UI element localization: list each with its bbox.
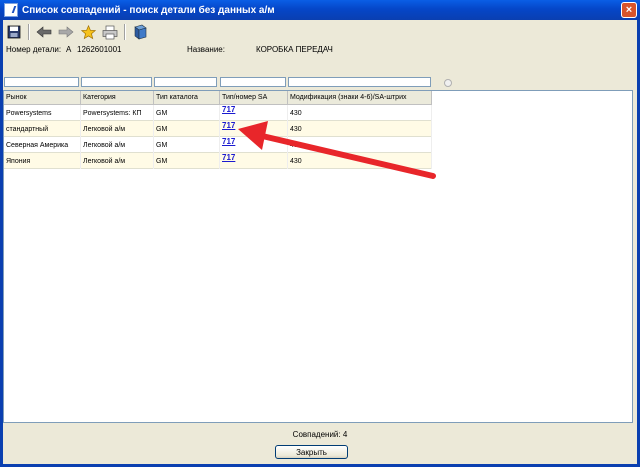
cell-catalog-type: GM	[154, 105, 220, 121]
sa-number-link[interactable]: 717	[222, 137, 235, 146]
cell-modification: 430	[288, 153, 432, 169]
match-count: Совпадений: 4	[0, 430, 640, 439]
sa-number-link[interactable]: 717	[222, 121, 235, 130]
cell-modification: 430	[288, 137, 432, 153]
name-label: Название:	[187, 45, 225, 54]
forward-icon	[58, 26, 74, 38]
table-row[interactable]: стандартный Легковой а/м GM 717 430	[4, 121, 432, 137]
back-icon	[36, 26, 52, 38]
part-number-prefix: A	[66, 45, 72, 54]
cell-category: Легковой а/м	[81, 137, 154, 153]
app-icon	[4, 3, 18, 17]
part-number-label: Номер детали:	[6, 45, 62, 54]
cell-market: Япония	[4, 153, 81, 169]
cell-market: стандартный	[4, 121, 81, 137]
cell-sa-number: 717	[220, 105, 288, 121]
title-bar: Список совпадений - поиск детали без дан…	[0, 0, 640, 20]
cell-market: Северная Америка	[4, 137, 81, 153]
cell-category: Легковой а/м	[81, 153, 154, 169]
favorite-button[interactable]	[80, 24, 96, 40]
toolbar-separator	[124, 24, 126, 40]
filter-market-input[interactable]	[4, 77, 79, 87]
cell-catalog-type: GM	[154, 137, 220, 153]
window-title: Список совпадений - поиск детали без дан…	[22, 4, 275, 16]
toolbar-separator	[28, 24, 30, 40]
table-row[interactable]: Северная Америка Легковой а/м GM 717 430	[4, 137, 432, 153]
close-button[interactable]: Закрыть	[275, 445, 348, 459]
star-icon	[80, 24, 96, 39]
filter-modification-input[interactable]	[288, 77, 431, 87]
match-count-value: 4	[342, 430, 348, 439]
sa-number-link[interactable]: 717	[222, 153, 235, 162]
cell-sa-number: 717	[220, 121, 288, 137]
column-header-modification[interactable]: Модификация (знаки 4-6)/SA-штрих	[288, 91, 432, 105]
help-button[interactable]	[132, 24, 148, 40]
back-button[interactable]	[36, 24, 52, 40]
column-header-category[interactable]: Категория	[81, 91, 154, 105]
cell-catalog-type: GM	[154, 153, 220, 169]
book-icon	[134, 24, 147, 40]
filter-sa-number-input[interactable]	[220, 77, 286, 87]
column-header-market[interactable]: Рынок	[4, 91, 81, 105]
cell-sa-number: 717	[220, 137, 288, 153]
cell-modification: 430	[288, 121, 432, 137]
filter-catalog-type-input[interactable]	[154, 77, 217, 87]
name-value: КОРОБКА ПЕРЕДАЧ	[256, 45, 333, 54]
toolbar	[6, 24, 148, 40]
save-icon	[7, 25, 21, 39]
sa-number-link[interactable]: 717	[222, 105, 235, 114]
save-button[interactable]	[6, 24, 22, 40]
matches-table: Рынок Категория Тип каталога Тип/номер S…	[3, 90, 633, 423]
table-row[interactable]: Powersystems Powersystems: КП GM 717 430	[4, 105, 432, 121]
cell-modification: 430	[288, 105, 432, 121]
cell-market: Powersystems	[4, 105, 81, 121]
cell-sa-number: 717	[220, 153, 288, 169]
cell-category: Powersystems: КП	[81, 105, 154, 121]
cell-category: Легковой а/м	[81, 121, 154, 137]
window-close-button[interactable]: ×	[621, 2, 637, 18]
print-button[interactable]	[102, 24, 118, 40]
column-header-sa-number[interactable]: Тип/номер SA	[220, 91, 288, 105]
filter-radio[interactable]	[444, 79, 452, 87]
forward-button[interactable]	[58, 24, 74, 40]
cell-catalog-type: GM	[154, 121, 220, 137]
part-number-value: 1262601001	[77, 45, 122, 54]
table-row[interactable]: Япония Легковой а/м GM 717 430	[4, 153, 432, 169]
match-count-label: Совпадений:	[292, 430, 341, 439]
column-header-catalog-type[interactable]: Тип каталога	[154, 91, 220, 105]
filter-category-input[interactable]	[81, 77, 152, 87]
print-icon	[102, 25, 118, 39]
